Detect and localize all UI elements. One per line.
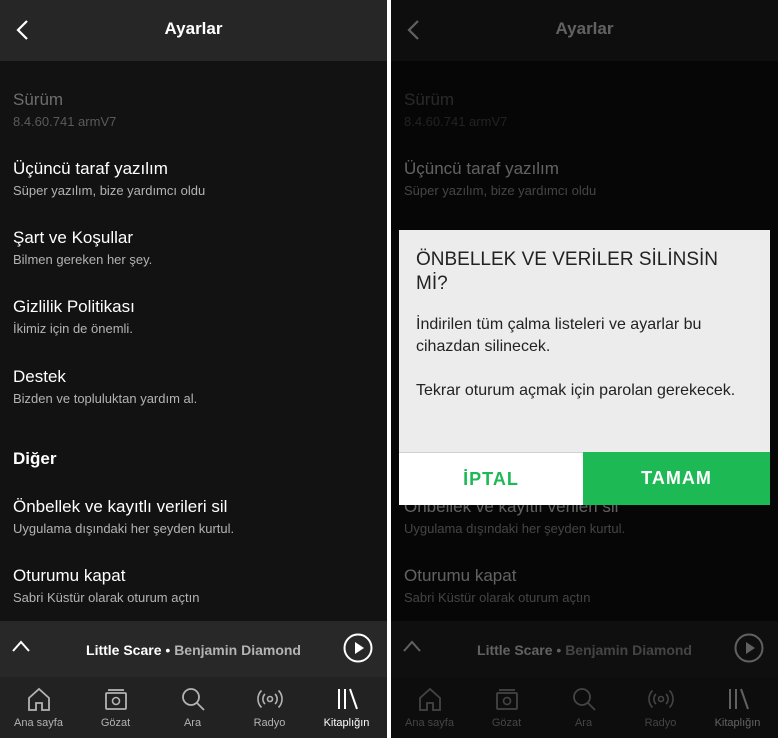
now-playing-bar[interactable]: Little Scare • Benjamin Diamond xyxy=(0,621,387,677)
settings-item-title: Şart ve Koşullar xyxy=(13,228,133,247)
section-heading-other: Diğer xyxy=(13,449,57,468)
header: Ayarlar xyxy=(0,0,387,61)
settings-item-title: Oturumu kapat xyxy=(13,566,126,585)
settings-item-title: Üçüncü taraf yazılım xyxy=(13,159,168,178)
settings-item-clear-cache[interactable]: Önbellek ve kayıtlı verileri sil Uygulam… xyxy=(13,497,373,537)
now-playing-separator: • xyxy=(161,642,175,658)
tab-label: Ara xyxy=(183,717,202,729)
cancel-button[interactable]: İPTAL xyxy=(399,452,583,505)
now-playing-artist: Benjamin Diamond xyxy=(174,642,301,658)
page-title: Ayarlar xyxy=(164,19,223,38)
settings-item-title: Sürüm xyxy=(13,90,64,109)
tab-search[interactable]: Ara xyxy=(154,677,231,738)
dialog-message-secondary: Tekrar oturum açmak için parolan gerekec… xyxy=(416,382,736,399)
settings-item-subtitle: 8.4.60.741 armV7 xyxy=(13,114,117,129)
dialog-title: ÖNBELLEK VE VERİLER SİLİNSİN Mİ? xyxy=(416,249,719,294)
bottom-tab-bar: Ana sayfa Gözat Ara Radyo Kitaplığın xyxy=(0,677,387,738)
now-playing-track[interactable]: Little Scare • Benjamin Diamond xyxy=(0,642,387,658)
tab-library[interactable]: Kitaplığın xyxy=(308,677,385,738)
settings-item-support[interactable]: Destek Bizden ve topluluktan yardım al. xyxy=(13,367,373,407)
radio-icon xyxy=(257,689,283,709)
tab-label: Kitaplığın xyxy=(323,717,370,729)
dialog-message: İndirilen tüm çalma listeleri ve ayarlar… xyxy=(416,316,702,355)
tab-home[interactable]: Ana sayfa xyxy=(0,677,77,738)
play-button-icon[interactable] xyxy=(343,633,373,663)
settings-item-privacy[interactable]: Gizlilik Politikası İkimiz için de öneml… xyxy=(13,297,373,337)
settings-item-logout[interactable]: Oturumu kapat Sabri Küstür olarak oturum… xyxy=(13,566,373,606)
tab-label: Radyo xyxy=(253,717,286,729)
browse-icon xyxy=(105,689,127,710)
home-icon xyxy=(28,687,50,711)
settings-item-subtitle: Bizden ve topluluktan yardım al. xyxy=(13,391,198,406)
tab-label: Gözat xyxy=(100,717,131,729)
settings-item-title: Önbellek ve kayıtlı verileri sil xyxy=(13,497,228,516)
confirm-dialog: ÖNBELLEK VE VERİLER SİLİNSİN Mİ? İndiril… xyxy=(399,230,770,505)
settings-item-subtitle: İkimiz için de önemli. xyxy=(13,321,133,336)
settings-item-terms[interactable]: Şart ve Koşullar Bilmen gereken her şey. xyxy=(13,228,373,268)
settings-item-title: Gizlilik Politikası xyxy=(13,297,135,316)
settings-item-subtitle: Süper yazılım, bize yardımcı oldu xyxy=(13,183,206,198)
settings-item-subtitle: Sabri Küstür olarak oturum açtın xyxy=(13,590,200,605)
library-icon xyxy=(338,688,358,710)
ok-button[interactable]: TAMAM xyxy=(583,452,770,505)
settings-screen-with-dialog: Ayarlar Sürüm 8.4.60.741 armV7 Üçüncü ta… xyxy=(391,0,778,738)
settings-item-subtitle: Bilmen gereken her şey. xyxy=(13,252,153,267)
settings-item-title: Destek xyxy=(13,367,66,386)
settings-item-third-party[interactable]: Üçüncü taraf yazılım Süper yazılım, bize… xyxy=(13,159,373,199)
search-icon xyxy=(182,688,205,711)
settings-item-subtitle: Uygulama dışındaki her şeyden kurtul. xyxy=(13,521,235,536)
tab-label: Ana sayfa xyxy=(14,717,63,729)
tab-browse[interactable]: Gözat xyxy=(77,677,154,738)
settings-item-version: Sürüm 8.4.60.741 armV7 xyxy=(13,90,373,130)
tab-radio[interactable]: Radyo xyxy=(231,677,308,738)
now-playing-song: Little Scare xyxy=(86,642,162,658)
settings-screen: Ayarlar Sürüm 8.4.60.741 armV7 Üçüncü ta… xyxy=(0,0,387,738)
